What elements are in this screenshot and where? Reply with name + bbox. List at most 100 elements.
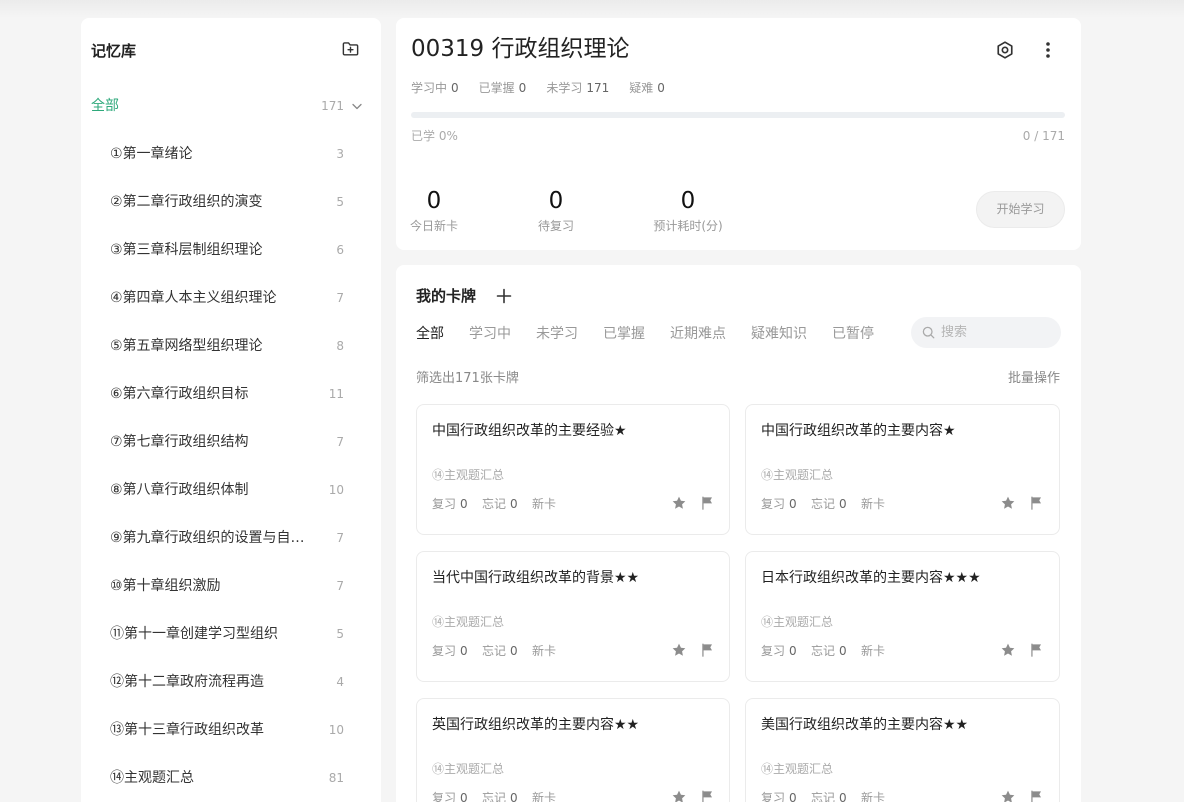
card-forget-label: 忘记 [482, 497, 507, 511]
folder-plus-icon[interactable] [341, 39, 360, 58]
sidebar-item-chapter-4[interactable]: ④第四章人本主义组织理论 7 [81, 274, 381, 322]
sidebar-item-all[interactable]: 全部 171 [81, 82, 381, 130]
stat-label: 疑难 [629, 81, 654, 95]
card-item[interactable]: 美国行政组织改革的主要内容★★ ⑭主观题汇总 复习 0 忘记 0 新卡 [745, 698, 1060, 802]
card-forget-stat: 忘记 0 [811, 496, 847, 512]
sidebar-item-label: ⑦第七章行政组织结构 [110, 434, 249, 450]
sidebar-item-count: 4 [336, 675, 344, 689]
card-status: 新卡 [532, 497, 557, 511]
batch-action-link[interactable]: 批量操作 [1008, 370, 1060, 388]
tab-unlearned[interactable]: 未学习 [536, 324, 578, 344]
sidebar-item-chapter-6[interactable]: ⑥第六章行政组织目标 11 [81, 370, 381, 418]
memory-library-sidebar: 记忆库 全部 171 ①第一章绪论 3 ②第二章行政组织的演变 5 ③第三章科层… [81, 18, 381, 802]
chevron-down-icon[interactable] [351, 100, 363, 112]
tab-recent-hard[interactable]: 近期难点 [670, 324, 726, 344]
card-title: 美国行政组织改革的主要内容★★ [761, 717, 969, 733]
sidebar-item-chapter-8[interactable]: ⑧第八章行政组织体制 10 [81, 466, 381, 514]
sidebar-item-chapter-11[interactable]: ⑪第十一章创建学习型组织 5 [81, 610, 381, 658]
flag-icon[interactable] [699, 495, 715, 511]
tab-paused[interactable]: 已暂停 [832, 324, 874, 344]
card-filter-tabs: 全部 学习中 未学习 已掌握 近期难点 疑难知识 已暂停 [416, 324, 874, 344]
card-item[interactable]: 日本行政组织改革的主要内容★★★ ⑭主观题汇总 复习 0 忘记 0 新卡 [745, 551, 1060, 682]
card-item[interactable]: 当代中国行政组织改革的背景★★ ⑭主观题汇总 复习 0 忘记 0 新卡 [416, 551, 730, 682]
sidebar-item-count: 171 [321, 99, 344, 113]
flag-icon[interactable] [1028, 495, 1044, 511]
start-learning-button[interactable]: 开始学习 [976, 191, 1065, 228]
sidebar-item-count: 5 [336, 195, 344, 209]
search-input[interactable] [941, 317, 1053, 348]
flag-icon[interactable] [1028, 642, 1044, 658]
sidebar-item-chapter-10[interactable]: ⑩第十章组织激励 7 [81, 562, 381, 610]
sidebar-item-chapter-9[interactable]: ⑨第九章行政组织的设置与自… 7 [81, 514, 381, 562]
more-vertical-icon[interactable] [1040, 40, 1056, 60]
star-icon[interactable] [671, 642, 687, 658]
sidebar-item-chapter-7[interactable]: ⑦第七章行政组织结构 7 [81, 418, 381, 466]
card-status: 新卡 [861, 497, 886, 511]
stat-value: 0 [518, 81, 527, 95]
plus-icon[interactable] [496, 288, 512, 304]
card-item[interactable]: 中国行政组织改革的主要经验★ ⑭主观题汇总 复习 0 忘记 0 新卡 [416, 404, 730, 535]
card-forget-stat: 忘记 0 [482, 790, 518, 802]
metric-value: 0 [680, 188, 696, 214]
card-forget-count: 0 [839, 644, 847, 658]
tab-mastered[interactable]: 已掌握 [603, 324, 645, 344]
sidebar-item-chapter-13[interactable]: ⑬第十三章行政组织改革 10 [81, 706, 381, 754]
tab-doubtful[interactable]: 疑难知识 [751, 324, 807, 344]
star-icon[interactable] [671, 495, 687, 511]
star-icon[interactable] [1000, 789, 1016, 802]
sidebar-item-subjective-summary[interactable]: ⑭主观题汇总 81 [81, 754, 381, 802]
progress-label: 已学 0% [411, 129, 458, 143]
card-item[interactable]: 英国行政组织改革的主要内容★★ ⑭主观题汇总 复习 0 忘记 0 新卡 [416, 698, 730, 802]
flag-icon[interactable] [699, 789, 715, 802]
sidebar-item-label: ④第四章人本主义组织理论 [110, 290, 277, 306]
card-tag: ⑭主观题汇总 [432, 468, 505, 482]
card-review-label: 复习 [432, 644, 457, 658]
card-forget-stat: 忘记 0 [482, 496, 518, 512]
sidebar-item-count: 5 [336, 627, 344, 641]
card-forget-label: 忘记 [482, 644, 507, 658]
star-icon[interactable] [1000, 495, 1016, 511]
sidebar-list: 全部 171 ①第一章绪论 3 ②第二章行政组织的演变 5 ③第三章科层制组织理… [81, 82, 381, 802]
metric-label: 今日新卡 [409, 219, 458, 233]
card-review-label: 复习 [761, 791, 786, 802]
card-review-label: 复习 [432, 791, 457, 802]
metric-label: 预计耗时(分) [653, 219, 723, 233]
card-forget-stat: 忘记 0 [811, 790, 847, 802]
star-icon[interactable] [671, 789, 687, 802]
card-status: 新卡 [861, 791, 886, 802]
card-review-label: 复习 [432, 497, 457, 511]
progress-count: 0 / 171 [1022, 129, 1065, 143]
tab-learning[interactable]: 学习中 [469, 324, 511, 344]
card-forget-stat: 忘记 0 [482, 643, 518, 659]
search-box[interactable] [911, 317, 1061, 348]
sidebar-item-count: 8 [336, 339, 344, 353]
sidebar-item-count: 7 [336, 291, 344, 305]
metric-estimated-time: 0 预计耗时(分) [643, 188, 733, 234]
card-item[interactable]: 中国行政组织改革的主要内容★ ⑭主观题汇总 复习 0 忘记 0 新卡 [745, 404, 1060, 535]
flag-icon[interactable] [699, 642, 715, 658]
stat-value: 0 [451, 81, 459, 95]
tab-all[interactable]: 全部 [416, 324, 444, 344]
card-review-count: 0 [789, 497, 797, 511]
flag-icon[interactable] [1028, 789, 1044, 802]
sidebar-item-chapter-3[interactable]: ③第三章科层制组织理论 6 [81, 226, 381, 274]
card-review-count: 0 [460, 644, 468, 658]
card-tag: ⑭主观题汇总 [761, 762, 834, 776]
card-review-label: 复习 [761, 644, 786, 658]
card-review-stat: 复习 0 [432, 643, 468, 659]
card-forget-count: 0 [510, 497, 518, 511]
stat-value: 0 [657, 81, 665, 95]
card-forget-count: 0 [839, 791, 847, 802]
sidebar-item-count: 7 [336, 435, 344, 449]
star-icon[interactable] [1000, 642, 1016, 658]
card-status: 新卡 [532, 791, 557, 802]
card-title: 英国行政组织改革的主要内容★★ [432, 717, 640, 733]
sidebar-item-chapter-2[interactable]: ②第二章行政组织的演变 5 [81, 178, 381, 226]
deck-stats: 学习中 0 已掌握 0 未学习 171 疑难 0 [411, 80, 665, 96]
settings-icon[interactable] [995, 40, 1015, 60]
card-title: 中国行政组织改革的主要经验★ [432, 423, 627, 439]
sidebar-item-chapter-5[interactable]: ⑤第五章网络型组织理论 8 [81, 322, 381, 370]
sidebar-item-chapter-12[interactable]: ⑫第十二章政府流程再造 4 [81, 658, 381, 706]
metric-value: 0 [426, 188, 442, 214]
sidebar-item-chapter-1[interactable]: ①第一章绪论 3 [81, 130, 381, 178]
